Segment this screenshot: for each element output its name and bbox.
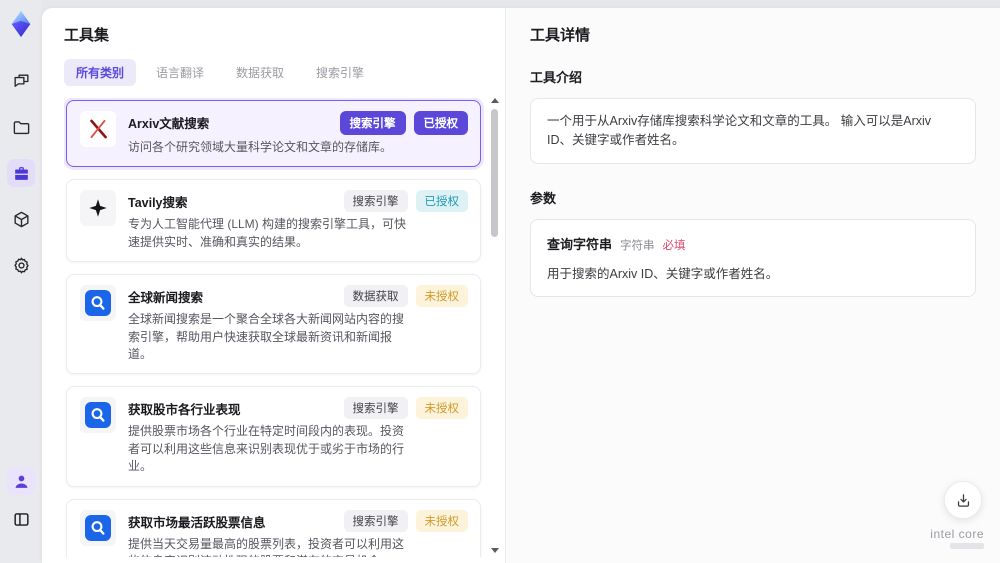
- tab-0[interactable]: 所有类别: [64, 59, 137, 86]
- tool-card[interactable]: Arxiv文献搜索 搜索引擎 已授权 访问各个研究领域大量科学论文和文章的存储库…: [66, 100, 481, 168]
- scrollbar-thumb[interactable]: [491, 109, 498, 237]
- app-logo-icon[interactable]: [6, 9, 36, 39]
- auth-status-badge: 未授权: [415, 509, 468, 532]
- toolbox-icon[interactable]: [7, 159, 35, 187]
- category-tag: 搜索引擎: [343, 190, 408, 213]
- search-blue-icon: [80, 397, 116, 434]
- tab-2[interactable]: 数据获取: [224, 59, 296, 86]
- tool-head: 获取市场最活跃股票信息 搜索引擎 未授权: [128, 509, 468, 532]
- tool-name: Tavily搜索: [128, 196, 188, 211]
- parameter-name: 查询字符串: [547, 236, 613, 252]
- category-tabs: 所有类别 语言翻译 数据获取 搜索引擎: [64, 59, 505, 86]
- auth-status-badge: 未授权: [415, 397, 468, 420]
- tool-card[interactable]: 获取市场最活跃股票信息 搜索引擎 未授权 提供当天交易量最高的股票列表，投资者可…: [66, 498, 481, 557]
- tool-name: 获取股市各行业表现: [128, 403, 241, 418]
- parameter-description: 用于搜索的Arxiv ID、关键字或作者姓名。: [547, 266, 779, 281]
- tool-details-panel: 工具详情 工具介绍 一个用于从Arxiv存储库搜索科学论文和文章的工具。 输入可…: [505, 8, 1000, 563]
- tool-card[interactable]: 获取股市各行业表现 搜索引擎 未授权 提供股票市场各个行业在特定时间段内的表现。…: [66, 386, 481, 487]
- tavily-icon: [80, 190, 116, 227]
- category-tag: 数据获取: [343, 285, 408, 308]
- category-tag: 搜索引擎: [339, 111, 406, 135]
- tool-body: Arxiv文献搜索 搜索引擎 已授权 访问各个研究领域大量科学论文和文章的存储库…: [128, 111, 468, 156]
- tool-name: 获取市场最活跃股票信息: [128, 515, 266, 530]
- tool-tags: 搜索引擎 已授权: [339, 111, 468, 135]
- parameter-head: 查询字符串 字符串 必填: [547, 234, 959, 253]
- tool-tags: 搜索引擎 未授权: [343, 509, 468, 532]
- tool-tags: 搜索引擎 未授权: [343, 397, 468, 420]
- user-profile-icon[interactable]: [7, 467, 35, 495]
- tool-description: 提供股票市场各个行业在特定时间段内的表现。投资者可以利用这些信息来识别表现优于或…: [128, 424, 405, 474]
- tool-cards: Arxiv文献搜索 搜索引擎 已授权 访问各个研究领域大量科学论文和文章的存储库…: [64, 98, 483, 557]
- details-title: 工具详情: [530, 27, 591, 44]
- parameter-card: 查询字符串 字符串 必填 用于搜索的Arxiv ID、关键字或作者姓名。: [530, 218, 976, 297]
- params-heading: 参数: [530, 190, 557, 206]
- tool-name: Arxiv文献搜索: [128, 117, 210, 131]
- main-surface: 工具集 所有类别 语言翻译 数据获取 搜索引擎 Arxiv文献搜索 搜索引擎 已授权 …: [42, 8, 1000, 563]
- tab-1[interactable]: 语言翻译: [144, 59, 216, 86]
- parameter-type: 字符串: [620, 239, 655, 252]
- intel-core-logo: intel core: [930, 527, 984, 549]
- auth-status-badge: 未授权: [415, 285, 468, 308]
- tool-body: Tavily搜索 搜索引擎 已授权 专为人工智能代理 (LLM) 构建的搜索引擎…: [128, 190, 468, 251]
- tools-list: Arxiv文献搜索 搜索引擎 已授权 访问各个研究领域大量科学论文和文章的存储库…: [64, 98, 505, 557]
- folder-icon[interactable]: [7, 113, 35, 141]
- tools-panel: 工具集 所有类别 语言翻译 数据获取 搜索引擎 Arxiv文献搜索 搜索引擎 已授权 …: [42, 8, 505, 563]
- left-rail: [0, 0, 42, 563]
- panel-toggle-icon[interactable]: [7, 505, 35, 533]
- category-tag: 搜索引擎: [343, 397, 408, 420]
- required-badge: 必填: [662, 239, 686, 252]
- tool-name: 全球新闻搜索: [128, 291, 204, 306]
- tool-head: 获取股市各行业表现 搜索引擎 未授权: [128, 397, 468, 420]
- app-window: 工具集 所有类别 语言翻译 数据获取 搜索引擎 Arxiv文献搜索 搜索引擎 已授权 …: [0, 0, 1000, 563]
- tool-description: 专为人工智能代理 (LLM) 构建的搜索引擎工具，可快速提供实时、准确和真实的结…: [128, 217, 407, 249]
- category-tag: 搜索引擎: [343, 509, 408, 532]
- intro-heading: 工具介绍: [530, 70, 583, 85]
- arxiv-icon: [80, 111, 116, 147]
- intro-text: 一个用于从Arxiv存储库搜索科学论文和文章的工具。 输入可以是Arxiv ID…: [530, 98, 976, 164]
- scroll-up-arrow-icon[interactable]: [491, 98, 499, 103]
- chat-icon[interactable]: [7, 67, 35, 95]
- tool-card[interactable]: 全球新闻搜索 数据获取 未授权 全球新闻搜索是一个聚合全球各大新闻网站内容的搜索…: [66, 274, 481, 375]
- auth-status-badge: 已授权: [413, 111, 468, 135]
- auth-status-badge: 已授权: [415, 190, 468, 213]
- tool-body: 获取市场最活跃股票信息 搜索引擎 未授权 提供当天交易量最高的股票列表，投资者可…: [128, 509, 468, 557]
- search-blue-icon: [80, 509, 116, 546]
- intel-logo-subtext: [950, 543, 984, 549]
- tool-description: 全球新闻搜索是一个聚合全球各大新闻网站内容的搜索引擎，帮助用户快速获取全球最新资…: [128, 312, 405, 361]
- tool-description: 访问各个研究领域大量科学论文和文章的存储库。: [128, 140, 393, 154]
- cube-icon[interactable]: [7, 205, 35, 233]
- scroll-down-arrow-icon[interactable]: [491, 548, 499, 553]
- search-blue-icon: [80, 285, 116, 322]
- tool-head: Tavily搜索 搜索引擎 已授权: [128, 190, 468, 213]
- tab-3[interactable]: 搜索引擎: [304, 59, 376, 86]
- tool-head: 全球新闻搜索 数据获取 未授权: [128, 285, 468, 308]
- download-button[interactable]: [944, 481, 982, 519]
- tool-body: 获取股市各行业表现 搜索引擎 未授权 提供股票市场各个行业在特定时间段内的表现。…: [128, 397, 468, 475]
- tool-head: Arxiv文献搜索 搜索引擎 已授权: [128, 111, 468, 135]
- tool-tags: 搜索引擎 已授权: [343, 190, 468, 213]
- tool-description: 提供当天交易量最高的股票列表，投资者可以利用这些信息来识别流动性强的股票和潜在的…: [128, 536, 405, 557]
- tool-tags: 数据获取 未授权: [343, 285, 468, 308]
- page-title: 工具集: [64, 27, 110, 44]
- settings-gear-icon[interactable]: [7, 251, 35, 279]
- tool-card[interactable]: Tavily搜索 搜索引擎 已授权 专为人工智能代理 (LLM) 构建的搜索引擎…: [66, 179, 481, 263]
- tool-body: 全球新闻搜索 数据获取 未授权 全球新闻搜索是一个聚合全球各大新闻网站内容的搜索…: [128, 285, 468, 363]
- scrollbar[interactable]: [490, 98, 500, 553]
